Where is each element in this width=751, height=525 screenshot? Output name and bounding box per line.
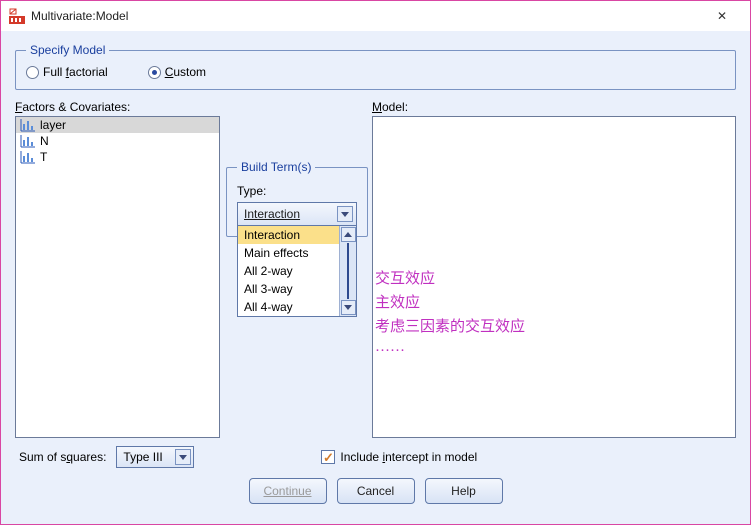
radio-custom-label: Custom xyxy=(165,65,206,79)
annotation-overlay: 交互效应 主效应 考虑三因素的交互效应 ······ xyxy=(375,267,525,363)
model-listbox[interactable]: 交互效应 主效应 考虑三因素的交互效应 ······ xyxy=(372,116,736,438)
dropdown-option[interactable]: All 3-way xyxy=(238,280,339,298)
content-area: Specify Model Full factorial Custom Fact… xyxy=(1,31,750,524)
include-intercept-checkbox[interactable]: ✓ Include intercept in model xyxy=(321,450,477,464)
list-item[interactable]: T xyxy=(16,149,219,165)
list-item-label: N xyxy=(40,134,49,148)
button-row: Continue Cancel Help xyxy=(15,472,736,514)
close-icon: ✕ xyxy=(717,9,727,23)
radio-full-factorial[interactable]: Full factorial xyxy=(26,65,108,79)
annotation-line: 交互效应 xyxy=(375,267,525,291)
dropdown-scrollbar[interactable] xyxy=(339,226,356,316)
app-icon xyxy=(9,8,25,24)
factors-label: Factors & Covariates: xyxy=(15,100,220,114)
cancel-button[interactable]: Cancel xyxy=(337,478,415,504)
dropdown-option[interactable]: All 4-way xyxy=(238,298,339,316)
annotation-line: 主效应 xyxy=(375,291,525,315)
scale-icon xyxy=(20,118,36,132)
build-terms-group: Build Term(s) Type: Interaction Interact… xyxy=(226,160,368,237)
build-terms-legend: Build Term(s) xyxy=(237,160,315,174)
type-dropdown: Interaction Main effects All 2-way All 3… xyxy=(237,225,357,317)
factors-column: Factors & Covariates: layer N xyxy=(15,100,220,438)
model-column: Model: 交互效应 主效应 考虑三因素的交互效应 ······ xyxy=(372,100,736,438)
type-label: Type: xyxy=(237,184,357,198)
scale-icon xyxy=(20,134,36,148)
scroll-thumb[interactable] xyxy=(347,243,349,299)
dropdown-option[interactable]: Main effects xyxy=(238,244,339,262)
list-item-label: T xyxy=(40,150,47,164)
annotation-line: ······ xyxy=(375,339,525,363)
radio-icon xyxy=(148,66,161,79)
specify-model-group: Specify Model Full factorial Custom xyxy=(15,43,736,90)
list-item[interactable]: N xyxy=(16,133,219,149)
dropdown-option[interactable]: All 2-way xyxy=(238,262,339,280)
type-selected-value: Interaction xyxy=(244,207,300,221)
type-combobox[interactable]: Interaction xyxy=(237,202,357,226)
list-item[interactable]: layer xyxy=(16,117,219,133)
annotation-line: 考虑三因素的交互效应 xyxy=(375,315,525,339)
close-button[interactable]: ✕ xyxy=(702,2,742,30)
specify-model-legend: Specify Model xyxy=(26,43,109,57)
list-item-label: layer xyxy=(40,118,66,132)
dropdown-arrow-icon xyxy=(175,449,191,465)
scale-icon xyxy=(20,150,36,164)
factors-listbox[interactable]: layer N T xyxy=(15,116,220,438)
window-title: Multivariate:Model xyxy=(31,9,128,23)
model-label: Model: xyxy=(372,100,736,114)
sum-of-squares-value: Type III xyxy=(123,450,162,464)
scroll-down-icon[interactable] xyxy=(341,300,356,315)
include-intercept-label: Include intercept in model xyxy=(340,450,477,464)
scroll-up-icon[interactable] xyxy=(341,227,356,242)
dropdown-arrow-icon xyxy=(337,206,353,222)
radio-icon xyxy=(26,66,39,79)
titlebar: Multivariate:Model ✕ xyxy=(1,1,750,31)
build-terms-column: Build Term(s) Type: Interaction Interact… xyxy=(226,100,366,438)
dropdown-option[interactable]: Interaction xyxy=(238,226,339,244)
sum-of-squares-combobox[interactable]: Type III xyxy=(116,446,194,468)
sum-of-squares-label: Sum of squares: xyxy=(19,450,106,464)
help-button[interactable]: Help xyxy=(425,478,503,504)
checkbox-icon: ✓ xyxy=(321,450,335,464)
radio-custom[interactable]: Custom xyxy=(148,65,206,79)
dialog-window: Multivariate:Model ✕ Specify Model Full … xyxy=(0,0,751,525)
options-row: Sum of squares: Type III ✓ Include inter… xyxy=(15,438,736,472)
radio-full-factorial-label: Full factorial xyxy=(43,65,108,79)
continue-button[interactable]: Continue xyxy=(249,478,327,504)
